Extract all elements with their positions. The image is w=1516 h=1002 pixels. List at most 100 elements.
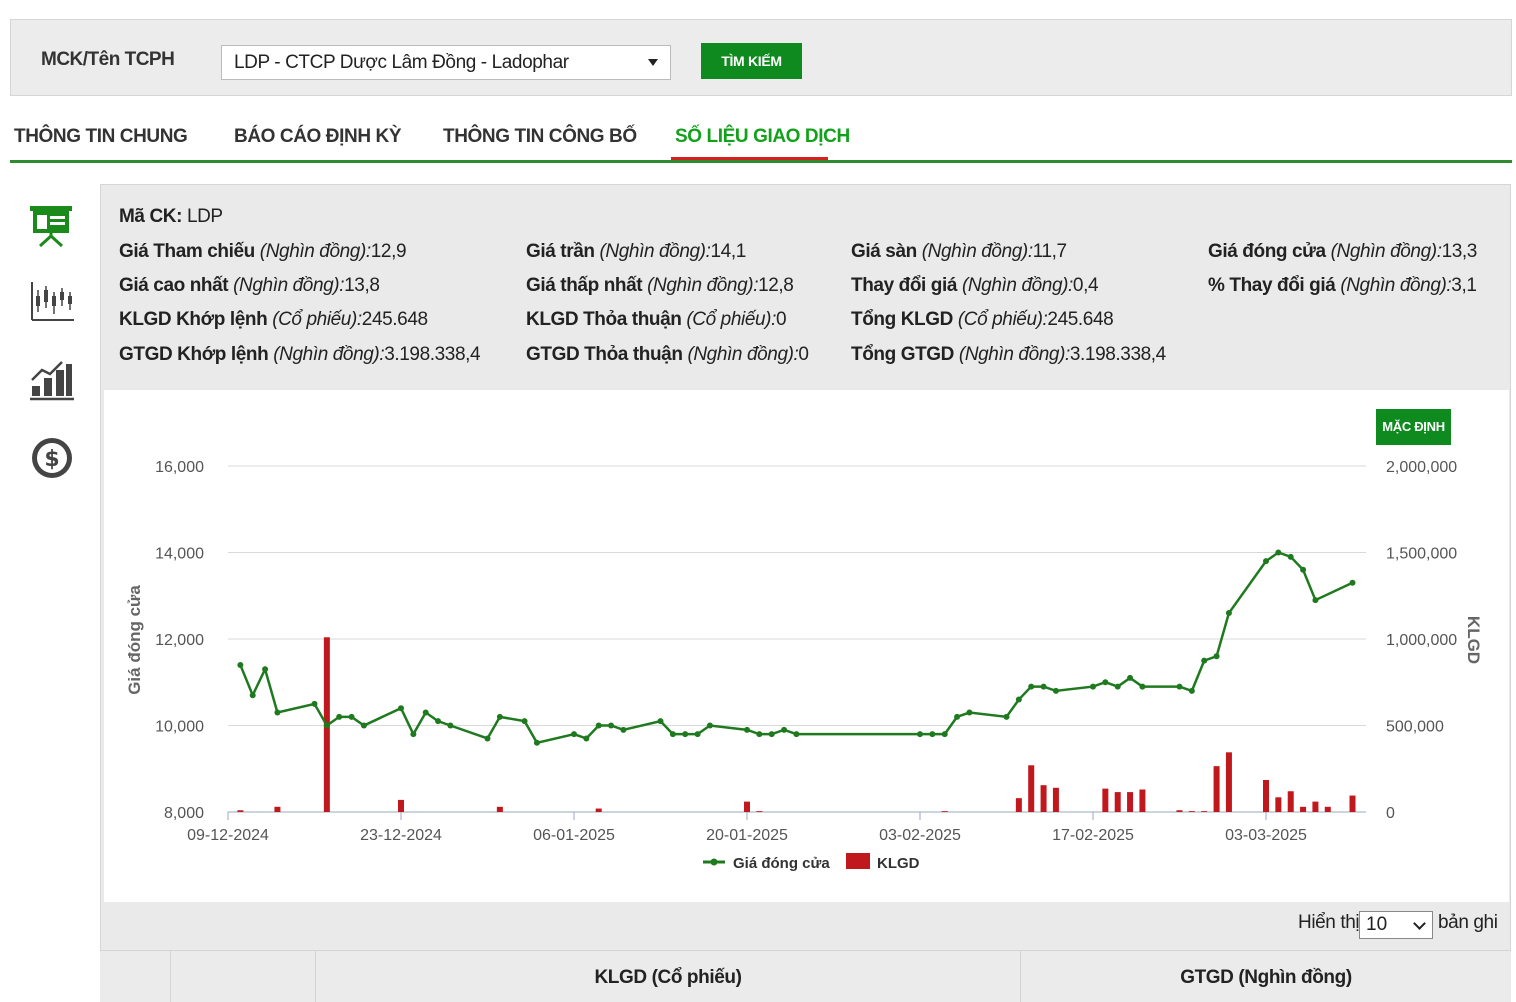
- price-point: [348, 713, 355, 720]
- search-label: MCK/Tên TCPH: [41, 49, 175, 70]
- price-point: [941, 731, 948, 738]
- volume-bar: [1139, 789, 1146, 812]
- search-button[interactable]: TÌM KIẾM: [701, 43, 802, 79]
- y2-tick-label: 500,000: [1386, 719, 1444, 736]
- volume-bar: [398, 799, 404, 812]
- info-item: Tổng GTGD (Nghìn đồng):3.198.338,4: [851, 344, 1166, 366]
- info-value: 0: [798, 344, 809, 365]
- y-axis-title: Giá đóng cửa: [125, 585, 144, 695]
- info-label: Giá cao nhất: [119, 275, 229, 296]
- info-unit: (Nghìn đồng):: [961, 275, 1073, 296]
- info-unit: (Cổ phiếu):: [686, 309, 776, 330]
- bar-growth-chart-icon[interactable]: [28, 356, 76, 404]
- price-point: [1090, 683, 1096, 690]
- table-header-volume: KLGD (Cổ phiếu): [315, 951, 1020, 1002]
- price-point: [1127, 674, 1134, 681]
- price-point: [1028, 683, 1035, 690]
- info-unit: (Cổ phiếu):: [272, 309, 362, 330]
- candlestick-chart-icon[interactable]: [28, 278, 76, 326]
- page-size-select[interactable]: 10: [1359, 911, 1433, 939]
- volume-bar: [1213, 766, 1220, 812]
- volume-bar: [1176, 810, 1183, 812]
- tab-general-info[interactable]: THÔNG TIN CHUNG: [14, 126, 188, 148]
- show-label: Hiển thị: [1298, 912, 1360, 933]
- price-point: [1213, 653, 1220, 660]
- volume-bar: [1040, 785, 1047, 812]
- price-volume-chart: 8,000 10,000 12,000 14,000 16,000 0 500,000 1,0…: [125, 459, 1483, 872]
- price-point: [657, 718, 664, 725]
- info-item: Thay đổi giá (Nghìn đồng):0,4: [851, 275, 1099, 297]
- price-point: [608, 722, 615, 729]
- info-value: 3.198.338,4: [384, 344, 481, 365]
- price-point: [410, 731, 417, 738]
- x-tick-label: 09-12-2024: [187, 827, 269, 844]
- y2-tick-label: 2,000,000: [1386, 459, 1457, 476]
- stock-code-value: LDP: [186, 206, 223, 227]
- price-point: [966, 709, 973, 716]
- price-point: [1225, 610, 1232, 617]
- info-label: Giá đóng cửa: [1208, 241, 1326, 262]
- y-tick-label: 12,000: [155, 632, 204, 649]
- stock-code-row: Mã CK: LDP: [119, 206, 223, 228]
- volume-bar: [1052, 787, 1059, 812]
- y2-tick-label: 1,500,000: [1386, 546, 1457, 563]
- dollar-coin-icon[interactable]: $: [28, 434, 76, 482]
- price-point: [447, 722, 454, 729]
- volume-bar: [496, 806, 503, 812]
- volume-bar: [744, 801, 750, 812]
- x-tick-label: 03-02-2025: [879, 827, 961, 844]
- price-point: [1015, 696, 1022, 703]
- company-select[interactable]: LDP - CTCP Dược Lâm Đồng - Ladophar: [221, 45, 671, 80]
- info-item: KLGD Thỏa thuận (Cổ phiếu):0: [526, 309, 787, 331]
- info-unit: (Nghìn đồng):: [1330, 241, 1442, 262]
- info-item: Giá trần (Nghìn đồng):14,1: [526, 241, 746, 263]
- info-value: 245.648: [361, 309, 428, 330]
- volume-bar: [1028, 765, 1035, 812]
- y-tick-label: 16,000: [155, 459, 204, 476]
- price-point: [1287, 553, 1294, 560]
- info-unit: (Nghìn đồng):: [233, 275, 345, 296]
- x-tick-label: 23-12-2024: [360, 827, 442, 844]
- price-line: [239, 551, 1354, 745]
- presentation-board-icon[interactable]: [28, 202, 76, 250]
- price-point: [768, 731, 775, 738]
- info-item: GTGD Thỏa thuận (Nghìn đồng):0: [526, 344, 809, 366]
- info-label: GTGD Khớp lệnh: [119, 344, 269, 365]
- price-point: [917, 731, 923, 738]
- table-header-cell: [100, 951, 170, 1002]
- price-point: [435, 718, 442, 725]
- price-point: [1176, 683, 1183, 690]
- info-value: 3,1: [1451, 275, 1477, 296]
- volume-bar: [1263, 779, 1269, 812]
- y-tick-label: 8,000: [164, 805, 204, 822]
- info-unit: (Nghìn đồng):: [259, 241, 371, 262]
- info-label: Giá sàn: [851, 241, 917, 262]
- chevron-down-icon: [1413, 917, 1426, 930]
- x-tick-label: 20-01-2025: [706, 827, 788, 844]
- x-tick-label: 17-02-2025: [1052, 827, 1134, 844]
- search-bar: MCK/Tên TCPH LDP - CTCP Dược Lâm Đồng - …: [10, 19, 1512, 96]
- price-point: [756, 731, 763, 738]
- data-table-header: KLGD (Cổ phiếu) GTGD (Nghìn đồng): [100, 950, 1511, 1002]
- price-point: [323, 722, 330, 729]
- volume-bar: [756, 811, 763, 812]
- price-point: [1263, 558, 1269, 565]
- price-point: [744, 726, 750, 733]
- price-point: [1040, 683, 1047, 690]
- price-point: [1312, 597, 1319, 604]
- price-point: [793, 731, 800, 738]
- tab-trading-data[interactable]: SỐ LIỆU GIAO DỊCH: [675, 126, 850, 148]
- svg-text:$: $: [44, 447, 59, 472]
- volume-bar: [1201, 811, 1208, 812]
- info-item: Giá đóng cửa (Nghìn đồng):13,3: [1208, 241, 1477, 263]
- price-point: [1102, 679, 1109, 686]
- y-tick-label: 14,000: [155, 546, 204, 563]
- tab-periodic-reports[interactable]: BÁO CÁO ĐỊNH KỲ: [234, 126, 402, 148]
- price-point: [1139, 683, 1146, 690]
- volume-bar: [1127, 792, 1134, 812]
- volume-bar: [1349, 795, 1356, 812]
- tab-disclosures[interactable]: THÔNG TIN CÔNG BỐ: [443, 126, 637, 148]
- info-value: 13,3: [1441, 241, 1478, 262]
- legend-label-volume: KLGD: [877, 855, 920, 872]
- volume-bar: [595, 808, 602, 812]
